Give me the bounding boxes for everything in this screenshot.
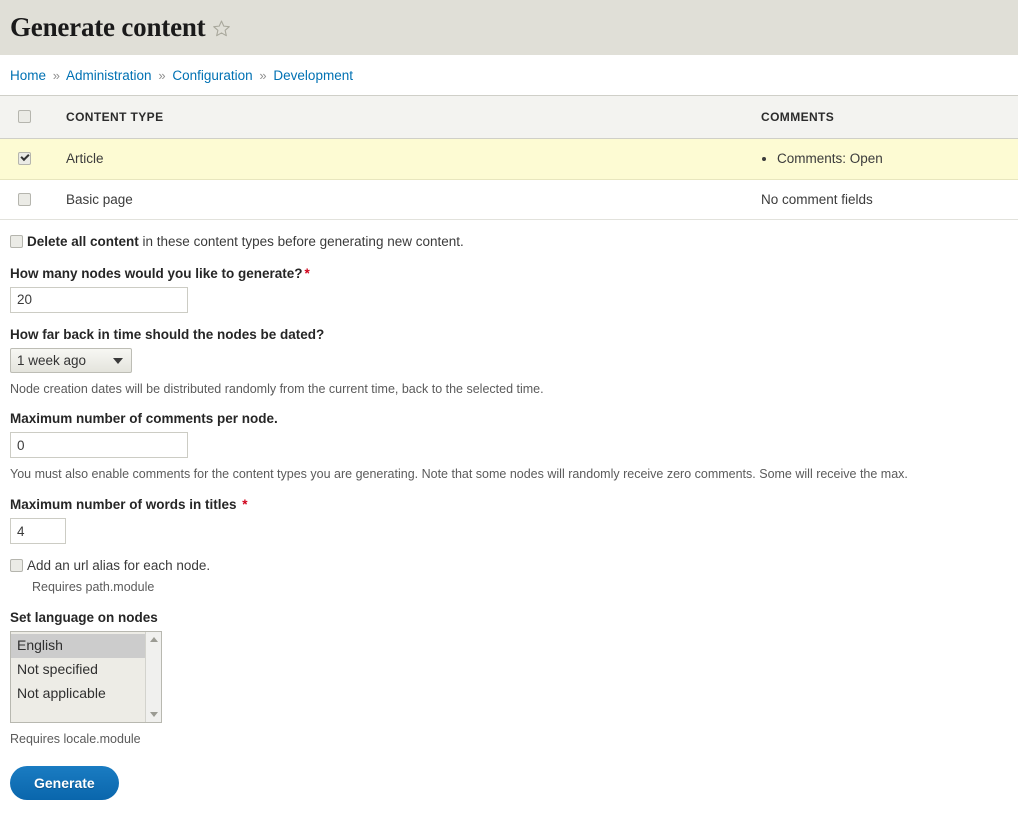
delete-all-content-label-rest: in these content types before generating…	[138, 234, 464, 250]
scroll-down-arrow-icon[interactable]	[149, 712, 158, 718]
row-checkbox-article[interactable]	[18, 152, 31, 166]
max-words-input[interactable]	[10, 518, 66, 545]
time-back-select-holder: 1 week ago	[10, 347, 132, 373]
generate-button[interactable]: Generate	[10, 766, 119, 801]
table-header: CONTENT TYPE COMMENTS	[0, 95, 1018, 140]
table-body: Article Comments: Open Basic page No com…	[0, 138, 1018, 221]
language-description: Requires locale.module	[10, 732, 141, 747]
node-count-label-text: How many nodes would you like to generat…	[10, 265, 303, 281]
max-words-field-group: Maximum number of words in titles *	[10, 497, 1008, 545]
required-marker: *	[242, 497, 248, 513]
comment-status-item: Comments: Open	[777, 150, 1018, 168]
column-select-all	[0, 95, 66, 140]
table-row[interactable]: Article Comments: Open	[0, 138, 1018, 180]
row-comments-basic-page: No comment fields	[761, 179, 1018, 221]
table-row[interactable]: Basic page No comment fields	[0, 179, 1018, 221]
content-type-table: CONTENT TYPE COMMENTS Article Comments: …	[0, 95, 1018, 221]
language-label: Set language on nodes	[10, 610, 158, 626]
node-count-field-group: How many nodes would you like to generat…	[10, 266, 1008, 313]
generate-content-form: Delete all content in these content type…	[0, 233, 1018, 830]
language-listbox-scrollbar[interactable]	[145, 632, 161, 723]
language-option-not-applicable[interactable]: Not applicable	[11, 682, 146, 706]
max-comments-label: Maximum number of comments per node.	[10, 411, 278, 427]
url-alias-row: Add an url alias for each node. Requires…	[10, 557, 1008, 596]
row-content-type-basic-page: Basic page	[66, 179, 761, 221]
url-alias-checkbox[interactable]	[10, 559, 23, 573]
max-comments-field-group: Maximum number of comments per node. You…	[10, 411, 1008, 483]
column-content-type: CONTENT TYPE	[66, 95, 761, 140]
breadcrumb-item-home[interactable]: Home	[10, 68, 46, 83]
time-back-select[interactable]: 1 week ago	[10, 347, 132, 373]
max-words-label-text: Maximum number of words in titles	[10, 497, 237, 513]
no-comment-fields-text: No comment fields	[761, 191, 873, 207]
breadcrumb-separator: »	[158, 68, 166, 83]
breadcrumb-item-configuration[interactable]: Configuration	[172, 68, 252, 83]
url-alias-label: Add an url alias for each node.	[27, 558, 211, 574]
row-checkbox-basic-page[interactable]	[18, 193, 31, 206]
breadcrumb-item-administration[interactable]: Administration	[66, 68, 152, 83]
language-option-english[interactable]: English	[11, 634, 146, 658]
time-back-description: Node creation dates will be distributed …	[10, 381, 544, 396]
time-back-label: How far back in time should the nodes be…	[10, 326, 325, 342]
page-title-text: Generate content	[10, 12, 206, 42]
language-field-group: Set language on nodes English Not specif…	[10, 610, 1008, 748]
table-header-row: CONTENT TYPE COMMENTS	[0, 95, 1018, 140]
required-marker: *	[304, 265, 310, 281]
comment-status-list: Comments: Open	[761, 150, 1018, 168]
delete-all-content-label-strong: Delete all content	[27, 234, 139, 250]
max-comments-input[interactable]	[10, 432, 188, 459]
max-comments-description: You must also enable comments for the co…	[10, 467, 908, 482]
scroll-up-arrow-icon[interactable]	[149, 637, 158, 643]
row-content-type-article: Article	[66, 138, 761, 180]
language-option-not-specified[interactable]: Not specified	[11, 658, 146, 682]
row-select-cell	[0, 138, 66, 180]
time-back-field-group: How far back in time should the nodes be…	[10, 327, 1008, 398]
row-comments-article: Comments: Open	[761, 138, 1018, 180]
column-comments: COMMENTS	[761, 95, 1018, 140]
breadcrumb: Home » Administration » Configuration » …	[0, 55, 1018, 95]
star-outline-icon[interactable]	[212, 19, 231, 38]
node-count-input[interactable]	[10, 286, 188, 313]
language-option-list: English Not specified Not applicable	[11, 632, 146, 722]
language-listbox[interactable]: English Not specified Not applicable	[10, 631, 162, 724]
page-title: Generate content	[10, 14, 231, 41]
breadcrumb-separator: »	[52, 68, 61, 83]
row-select-cell	[0, 179, 66, 221]
page-header: Generate content	[0, 0, 1018, 55]
delete-all-content-checkbox[interactable]	[10, 235, 23, 249]
url-alias-description: Requires path.module	[32, 580, 155, 595]
node-count-label: How many nodes would you like to generat…	[10, 266, 1008, 281]
max-words-label: Maximum number of words in titles *	[10, 497, 1008, 512]
breadcrumb-separator: »	[259, 68, 267, 83]
breadcrumb-item-development[interactable]: Development	[273, 68, 353, 83]
select-all-checkbox[interactable]	[18, 110, 31, 124]
delete-all-content-row: Delete all content in these content type…	[10, 233, 1008, 251]
